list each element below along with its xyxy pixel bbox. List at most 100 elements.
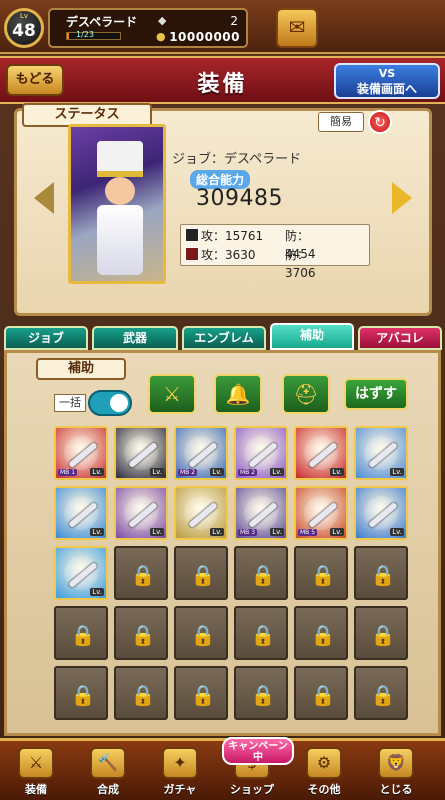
nav-item-0[interactable]: ⚔ 装備 [8, 747, 64, 799]
lock-icon: 🔒 [250, 623, 276, 647]
tab-1[interactable]: 武器 [92, 326, 178, 350]
locked-slot: 🔒 [354, 606, 408, 660]
nav-item-4[interactable]: ⚙ その他 [296, 747, 352, 799]
equipment-item[interactable]: MB 2 Lv. [234, 426, 288, 480]
nav-label: 装備 [25, 783, 47, 796]
mail-button[interactable]: ✉ [276, 8, 318, 48]
tab-bar: ジョブ 武器 エンブレム 補助 アバコレ [0, 323, 445, 350]
locked-slot: 🔒 [294, 546, 348, 600]
item-level: Lv. [90, 528, 104, 536]
locked-slot: 🔒 [294, 606, 348, 660]
tab-3[interactable]: 補助 [270, 323, 354, 350]
item-level: Lv. [210, 468, 224, 476]
hammer-icon: 🔨 [90, 747, 126, 779]
tab-4[interactable]: アバコレ [358, 326, 442, 350]
locked-slot: 🔒 [354, 666, 408, 720]
lock-icon: 🔒 [310, 563, 336, 587]
item-level: Lv. [90, 588, 104, 596]
lock-icon: 🔒 [190, 563, 216, 587]
equipment-item[interactable]: Lv. [294, 426, 348, 480]
item-badge: MB 2 [238, 469, 258, 476]
tab-0[interactable]: ジョブ [4, 326, 88, 350]
prev-arrow-icon[interactable] [34, 182, 54, 214]
filter-helmet-button[interactable]: ⛑ [282, 374, 330, 414]
character-hat [97, 141, 143, 177]
lock-icon: 🔒 [370, 563, 396, 587]
character-card[interactable] [68, 124, 166, 284]
nav-label: ショップ [230, 783, 274, 796]
gold-count: 10000000 [169, 30, 240, 44]
mail-icon: ✉ [288, 15, 306, 39]
lock-icon: 🔒 [70, 623, 96, 647]
equipment-item[interactable]: Lv. [114, 426, 168, 480]
lock-icon: 🔒 [310, 623, 336, 647]
back-button[interactable]: もどる [6, 64, 64, 96]
physical-icon [185, 228, 199, 242]
tab-2[interactable]: エンブレム [182, 326, 266, 350]
item-level: Lv. [270, 468, 284, 476]
equipment-item[interactable]: MB 2 Lv. [174, 426, 228, 480]
phys-atk: 攻：15761 [201, 229, 264, 243]
locked-slot: 🔒 [234, 666, 288, 720]
item-badge: MB 2 [178, 469, 198, 476]
locked-slot: 🔒 [54, 606, 108, 660]
mag-atk: 攻：3630 [201, 248, 256, 262]
filter-bell-button[interactable]: 🔔 [214, 374, 262, 414]
locked-slot: 🔒 [174, 606, 228, 660]
bulk-toggle[interactable] [88, 390, 132, 416]
locked-slot: 🔒 [114, 666, 168, 720]
item-level: Lv. [210, 528, 224, 536]
lock-icon: 🔒 [130, 683, 156, 707]
gacha-icon: ✦ [162, 747, 198, 779]
equipment-item[interactable]: Lv. [54, 546, 108, 600]
campaign-badge[interactable]: キャンペーン中 [222, 737, 294, 765]
nav-label: とじる [379, 783, 413, 796]
player-header: Lv 48 デスペラード 1/23 ◆ 2 ● 10000000 ✉ [0, 0, 445, 54]
equipment-item[interactable]: Lv. [174, 486, 228, 540]
equipment-item[interactable]: Lv. [54, 486, 108, 540]
coin-icon: ● [156, 30, 166, 43]
equipment-item[interactable]: MB 5 Lv. [294, 486, 348, 540]
unequip-button[interactable]: はずす [344, 378, 408, 410]
gear-icon: ⚙ [306, 747, 342, 779]
stat-box: 攻：15761 防：4454 攻：3630 防：3706 [180, 224, 370, 280]
character-face [105, 177, 135, 205]
equip-icon: ⚔ [18, 747, 54, 779]
bell-icon: 🔔 [225, 382, 251, 406]
nav-item-1[interactable]: 🔨 合成 [80, 747, 136, 799]
locked-slot: 🔒 [234, 546, 288, 600]
equipment-item[interactable]: MB 3 Lv. [234, 486, 288, 540]
equipment-item[interactable]: Lv. [354, 426, 408, 480]
item-level: Lv. [390, 468, 404, 476]
item-badge: MB 1 [58, 469, 78, 476]
sword-icon: ⚔ [163, 382, 181, 406]
locked-slot: 🔒 [174, 666, 228, 720]
locked-slot: 🔒 [234, 606, 288, 660]
item-level: Lv. [330, 468, 344, 476]
item-level: Lv. [270, 528, 284, 536]
locked-slot: 🔒 [174, 546, 228, 600]
exp-text: 1/23 [76, 30, 94, 39]
physical-stat-row: 攻：15761 防：4454 [185, 227, 316, 261]
player-info-box: デスペラード 1/23 ◆ 2 ● 10000000 [48, 8, 248, 48]
equipment-item[interactable]: Lv. [354, 486, 408, 540]
lock-icon: 🔒 [250, 563, 276, 587]
equipment-item[interactable]: Lv. [114, 486, 168, 540]
filter-sword-button[interactable]: ⚔ [148, 374, 196, 414]
equipment-item[interactable]: MB 1 Lv. [54, 426, 108, 480]
item-badge: MB 3 [238, 529, 258, 536]
equipment-screen: Lv 48 デスペラード 1/23 ◆ 2 ● 10000000 ✉ もどる 装… [0, 0, 445, 800]
item-level: Lv. [150, 528, 164, 536]
locked-slot: 🔒 [354, 546, 408, 600]
item-level: Lv. [390, 528, 404, 536]
refresh-icon[interactable]: ↻ [368, 110, 392, 134]
nav-item-2[interactable]: ✦ ガチャ [152, 747, 208, 799]
gem-count: 2 [230, 14, 238, 28]
lock-icon: 🔒 [250, 683, 276, 707]
next-arrow-icon[interactable] [392, 182, 412, 214]
nav-label: その他 [307, 783, 341, 796]
job-line: ジョブ：デスペラード [172, 152, 302, 167]
nav-item-5[interactable]: 🦁 とじる [368, 747, 424, 799]
magic-icon [185, 247, 199, 261]
vs-equipment-button[interactable]: VS 装備画面へ [334, 63, 440, 99]
